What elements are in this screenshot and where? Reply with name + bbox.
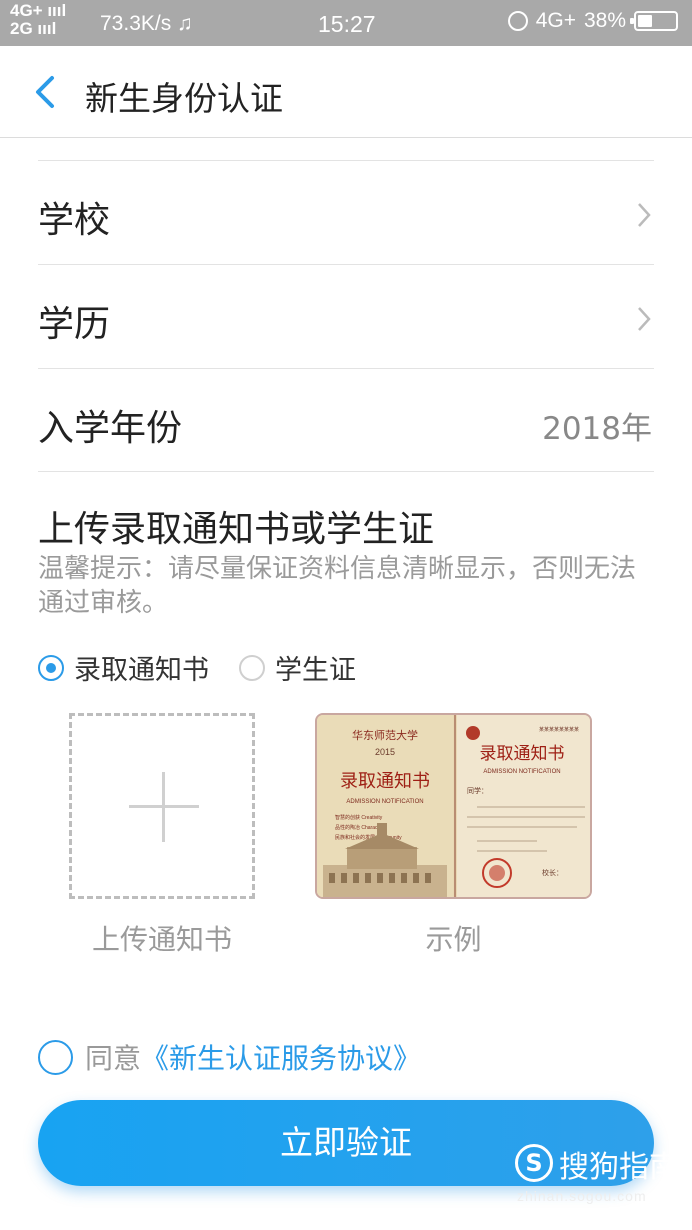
- sample-school-name: 华东师范大学: [352, 728, 418, 742]
- enrollment-year-row[interactable]: 入学年份 2018年: [38, 368, 654, 472]
- battery-fill: [638, 15, 652, 27]
- sample-heading-en: ADMISSION NOTIFICATION: [346, 799, 423, 805]
- sample-right-heading-en: ADMISSION NOTIFICATION: [483, 769, 560, 775]
- sample-seal-inner: [489, 865, 505, 881]
- document-type-selector: 录取通知书 学生证: [38, 648, 386, 687]
- chevron-left-icon[interactable]: [30, 74, 62, 110]
- sample-line-2: 品性的陶冶 Character: [335, 824, 384, 831]
- sample-year: 2015: [375, 747, 395, 757]
- battery-percent: 38%: [583, 9, 626, 32]
- watermark-text: 搜狗指南: [559, 1150, 679, 1185]
- network-right: 4G+: [535, 9, 576, 32]
- clock: 15:27: [318, 11, 376, 37]
- navigation-bar: 新生身份认证: [0, 46, 692, 138]
- enrollment-year-value: 2018年: [542, 411, 652, 447]
- agreement-checkbox[interactable]: [38, 1039, 73, 1075]
- plus-icon-horizontal: [129, 805, 199, 808]
- education-label: 学历: [38, 304, 111, 345]
- upload-tip: 温馨提示：请尽量保证资料信息清晰显示，否则无法通过审核。: [38, 554, 637, 618]
- network-speed: 73.3K/s ♫: [100, 12, 193, 35]
- sample-line-1: 智慧的创获 Creativity: [335, 814, 383, 821]
- sample-emblem: [466, 726, 480, 740]
- page-title: 新生身份认证: [85, 79, 283, 118]
- upload-notice-button[interactable]: [69, 713, 255, 899]
- radio-student-card[interactable]: [239, 654, 265, 681]
- admission-notice-sample-illustration: 华东师范大学 2015 录取通知书 ADMISSION NOTIFICATION…: [317, 715, 590, 897]
- sample-student-line: 同学：: [467, 786, 488, 795]
- status-bar: 4G+ ıııl 2G ıııl 73.3K/s ♫ 15:27 4G+ 38%: [0, 0, 692, 46]
- radio-student-card-label[interactable]: 学生证: [275, 648, 356, 687]
- sogou-logo-icon: S: [515, 1144, 553, 1182]
- education-row[interactable]: 学历: [38, 264, 654, 368]
- agreement-link[interactable]: 《新生认证服务协议》: [141, 1037, 421, 1077]
- sample-right-heading: 录取通知书: [480, 744, 565, 764]
- upload-section-title: 上传录取通知书或学生证: [38, 509, 435, 550]
- agreement-row: 同意 《新生认证服务协议》: [38, 1037, 421, 1077]
- agreement-prefix: 同意: [85, 1042, 142, 1075]
- status-right: 4G+ 38%: [507, 9, 678, 33]
- sample-principal-sign: 校长：: [542, 868, 563, 877]
- radio-admission-notice-label[interactable]: 录取通知书: [74, 648, 209, 687]
- upload-notice-label: 上传通知书: [91, 923, 232, 956]
- alarm-icon: [507, 11, 528, 31]
- sample-label: 示例: [425, 923, 482, 956]
- battery-icon: [630, 11, 678, 31]
- watermark-url: zhinan.sogou.com: [517, 1188, 647, 1204]
- sample-right-top: 某某某某某某某某: [539, 727, 579, 733]
- sample-heading: 录取通知书: [340, 771, 430, 792]
- chevron-right-icon: [638, 307, 651, 331]
- enrollment-year-label: 入学年份: [38, 408, 183, 449]
- watermark: S 搜狗指南 zhinan.sogou.com: [515, 1140, 685, 1210]
- radio-admission-notice[interactable]: [38, 654, 64, 681]
- network-indicator: 4G+ ıııl 2G ıııl: [10, 1, 67, 38]
- chevron-right-icon: [638, 203, 651, 227]
- sample-image[interactable]: 华东师范大学 2015 录取通知书 ADMISSION NOTIFICATION…: [315, 713, 592, 899]
- school-row[interactable]: 学校: [38, 160, 654, 264]
- school-label: 学校: [38, 200, 111, 241]
